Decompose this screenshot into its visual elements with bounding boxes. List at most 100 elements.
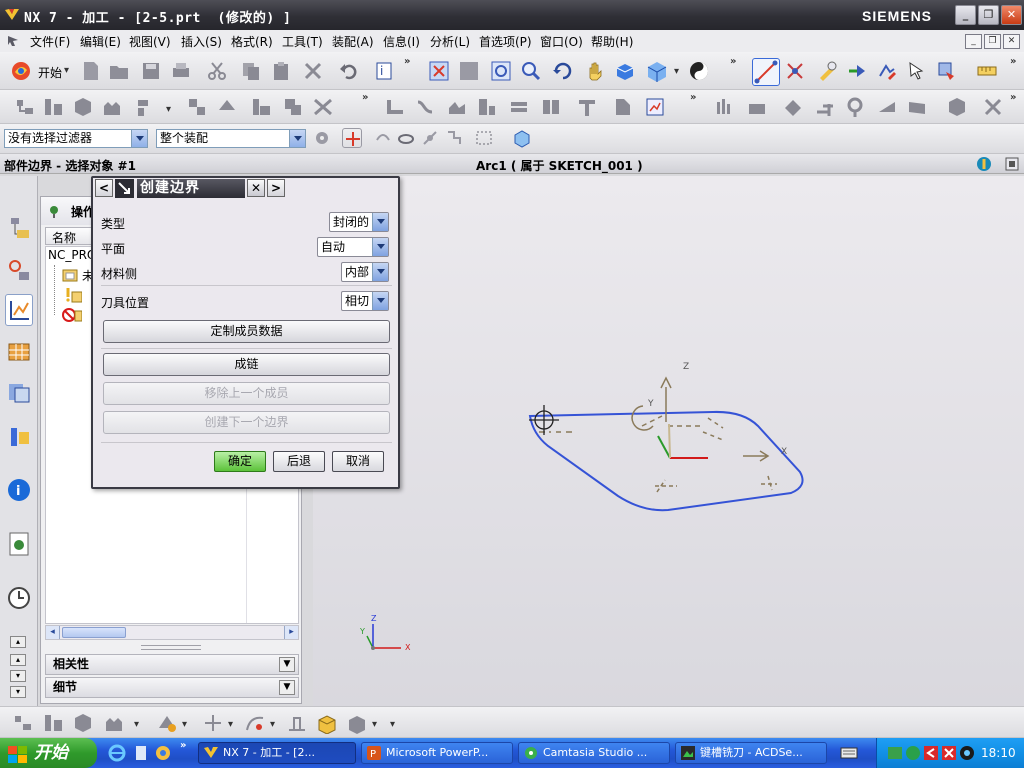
tray-icon-3[interactable] <box>923 745 939 761</box>
create-program-icon[interactable] <box>134 96 156 118</box>
task-powerpoint[interactable]: P Microsoft PowerP... <box>361 742 513 764</box>
bottom-tool-icon-2[interactable] <box>42 712 64 734</box>
scroll-left-button[interactable]: ◂ <box>46 626 60 639</box>
material-side-select[interactable]: 内部 <box>341 262 389 282</box>
task-camtasia[interactable]: Camtasia Studio ... <box>518 742 670 764</box>
select-icon[interactable] <box>906 60 928 82</box>
selection-scope-select[interactable]: 整个装配 <box>156 129 306 148</box>
render-dropdown-arrow[interactable]: ▾ <box>674 66 679 77</box>
delete-icon[interactable] <box>302 60 324 82</box>
snap-icon-3[interactable] <box>420 128 440 148</box>
resbar-scroll-up[interactable]: ▴ <box>10 636 26 648</box>
pan-icon[interactable] <box>584 60 606 82</box>
measure-icon[interactable] <box>976 60 998 82</box>
ok-button[interactable]: 确定 <box>214 451 266 472</box>
model-view[interactable]: Y Z X X Y Z <box>313 176 1024 706</box>
doc-minimize-button[interactable]: _ <box>965 34 982 49</box>
toolbar-more-chevron-5[interactable]: » <box>690 92 696 103</box>
menu-help[interactable]: 帮助(H) <box>591 33 633 50</box>
reuse-library-icon[interactable] <box>5 376 33 408</box>
tool-position-select[interactable]: 相切 <box>341 291 389 311</box>
volume-icon[interactable] <box>959 745 975 761</box>
zoom-window-icon[interactable] <box>458 60 480 82</box>
scroll-right-button[interactable]: ▸ <box>284 626 298 639</box>
print-icon[interactable] <box>170 60 192 82</box>
snap-point-icon[interactable] <box>342 128 362 148</box>
new-file-icon[interactable] <box>80 60 102 82</box>
remove-last-member-button[interactable]: 移除上一个成员 <box>103 382 390 405</box>
point-icon[interactable] <box>202 712 224 734</box>
keyboard-icon[interactable] <box>840 746 858 760</box>
quick-launch-more[interactable]: » <box>180 740 186 751</box>
scroll-thumb[interactable] <box>62 627 126 638</box>
menu-tools[interactable]: 工具(T) <box>282 33 323 50</box>
undo-icon[interactable] <box>338 60 360 82</box>
tray-icon-4[interactable] <box>941 745 957 761</box>
open-folder-icon[interactable] <box>108 60 130 82</box>
tray-icon-1[interactable] <box>887 745 903 761</box>
toolbar-more-chevron-2[interactable]: » <box>730 56 736 67</box>
assembly-navigator-icon[interactable] <box>5 212 33 244</box>
create-dropdown-arrow[interactable]: ▾ <box>166 104 171 115</box>
task-acdsee[interactable]: 键槽铣刀 - ACDSe... <box>675 742 827 764</box>
delete-feature-icon[interactable] <box>982 96 1004 118</box>
back-button[interactable]: 后退 <box>273 451 325 472</box>
menu-window[interactable]: 窗口(O) <box>540 33 583 50</box>
doc-restore-button[interactable]: ❐ <box>984 34 1001 49</box>
postprocess-icon[interactable] <box>936 60 958 82</box>
path-edit-icon-4[interactable] <box>476 96 498 118</box>
plane-select[interactable]: 自动 <box>317 237 389 257</box>
web-browser-icon[interactable]: i <box>5 474 33 506</box>
operation-navigator-icon-4[interactable] <box>282 96 304 118</box>
snap-icon-2[interactable] <box>396 128 416 148</box>
chevron-down-icon[interactable]: ▼ <box>279 680 295 695</box>
transform-icon[interactable] <box>576 96 598 118</box>
tray-icon-2[interactable] <box>905 745 921 761</box>
doc-close-button[interactable]: ✕ <box>1003 34 1020 49</box>
menu-edit[interactable]: 编辑(E) <box>80 33 121 50</box>
dependencies-panel[interactable]: 相关性 ▼ <box>45 654 299 675</box>
toolbar-more-chevron-6[interactable]: » <box>1010 92 1016 103</box>
path-edit-icon-1[interactable] <box>384 96 406 118</box>
clock-icon[interactable] <box>5 582 33 614</box>
feature-icon-6[interactable] <box>876 96 898 118</box>
start-dropdown-arrow[interactable]: ▾ <box>64 65 69 76</box>
feature-icon-8[interactable] <box>946 96 968 118</box>
path-edit-icon-6[interactable] <box>540 96 562 118</box>
menu-view[interactable]: 视图(V) <box>129 33 171 50</box>
datum-icon[interactable] <box>286 712 308 734</box>
fit-view-icon[interactable] <box>428 60 450 82</box>
filter-settings-icon[interactable] <box>312 128 332 148</box>
pin-icon[interactable] <box>47 204 61 218</box>
details-panel[interactable]: 细节 ▼ <box>45 677 299 698</box>
menu-format[interactable]: 格式(R) <box>231 33 273 50</box>
toolbar-more-chevron-1[interactable]: » <box>404 56 410 67</box>
geometry-icon[interactable] <box>784 60 806 82</box>
program-view-icon[interactable] <box>14 96 36 118</box>
bottom-dropdown-arrow-1[interactable]: ▾ <box>134 719 139 730</box>
feature-icon-1[interactable] <box>714 96 736 118</box>
shaded-view-icon[interactable] <box>614 60 636 82</box>
create-boundary-icon[interactable] <box>752 58 780 86</box>
operation-navigator-icon-2[interactable] <box>216 96 238 118</box>
bottom-tool-icon-4[interactable] <box>104 712 126 734</box>
bottom-dropdown-arrow-4[interactable]: ▾ <box>270 719 275 730</box>
menu-information[interactable]: 信息(I) <box>383 33 420 50</box>
feature-icon-4[interactable] <box>814 96 836 118</box>
bottom-dropdown-arrow-2[interactable]: ▾ <box>182 719 187 730</box>
tool-icon[interactable] <box>816 60 838 82</box>
type-select[interactable]: 封闭的 <box>329 212 389 232</box>
machine-navigator-icon[interactable] <box>5 336 33 368</box>
extrude-icon[interactable] <box>346 712 368 734</box>
splitter-grip[interactable] <box>141 645 201 650</box>
feature-icon-7[interactable] <box>906 96 928 118</box>
operation-navigator-icon-1[interactable] <box>186 96 208 118</box>
paste-icon[interactable] <box>270 60 292 82</box>
copy-icon[interactable] <box>240 60 262 82</box>
quick-launch-icon-2[interactable] <box>132 744 150 762</box>
geometry-view-icon[interactable] <box>72 96 94 118</box>
path-edit-icon-5[interactable] <box>508 96 530 118</box>
verify-path-icon[interactable] <box>876 60 898 82</box>
tree-root-nc-program[interactable]: NC_PRO <box>48 248 96 262</box>
machine-tool-view-icon[interactable] <box>42 96 64 118</box>
